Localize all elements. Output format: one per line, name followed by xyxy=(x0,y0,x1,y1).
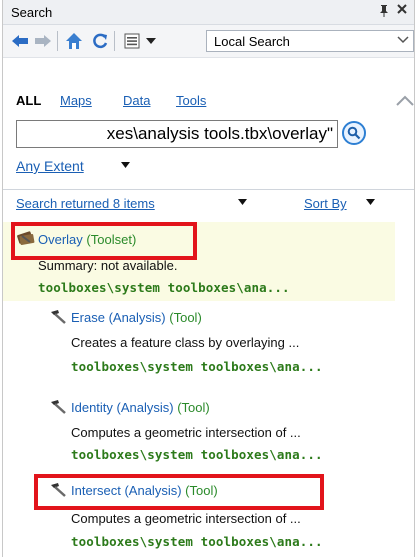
pin-icon[interactable] xyxy=(378,4,390,21)
forward-arrow-icon[interactable] xyxy=(32,30,54,52)
search-query: xes\analysis tools.tbx\overlay" xyxy=(106,124,333,143)
title-bar: Search xyxy=(3,0,414,25)
hammer-icon xyxy=(48,399,68,415)
search-panel: Search Local Search ALL Maps Data Tools … xyxy=(2,0,415,557)
close-icon[interactable] xyxy=(396,2,408,19)
divider xyxy=(3,189,414,190)
sort-dropdown-icon[interactable] xyxy=(366,197,375,208)
result-name[interactable]: Erase (Analysis) (Tool) xyxy=(71,310,202,325)
result-summary: Computes a geometric intersection of ... xyxy=(71,511,301,526)
hammer-icon xyxy=(48,309,68,325)
result-path: toolboxes\system toolboxes\ana... xyxy=(71,359,323,374)
result-summary: Creates a feature class by overlaying ..… xyxy=(71,335,300,350)
extent-dropdown-icon[interactable] xyxy=(121,160,130,171)
result-name[interactable]: Identity (Analysis) (Tool) xyxy=(71,400,210,415)
extent-filter[interactable]: Any Extent xyxy=(16,158,84,174)
filter-maps[interactable]: Maps xyxy=(60,93,92,108)
result-summary: Summary: not available. xyxy=(38,258,178,273)
results-count-dropdown-icon[interactable] xyxy=(238,197,247,208)
filter-all[interactable]: ALL xyxy=(16,93,41,108)
refresh-icon[interactable] xyxy=(89,30,111,52)
sort-by-button[interactable]: Sort By xyxy=(304,196,347,211)
result-summary: Computes a geometric intersection of ... xyxy=(71,425,301,440)
view-dropdown-icon[interactable] xyxy=(143,30,159,52)
results-count[interactable]: Search returned 8 items xyxy=(16,196,155,211)
result-path: toolboxes\system toolboxes\ana... xyxy=(71,534,323,549)
chevron-down-icon xyxy=(397,32,409,48)
result-path: toolboxes\system toolboxes\ana... xyxy=(38,280,290,295)
search-input[interactable]: xes\analysis tools.tbx\overlay" xyxy=(16,120,338,148)
highlight-box-overlay xyxy=(11,222,197,260)
search-scope-dropdown[interactable]: Local Search xyxy=(206,30,414,52)
home-icon[interactable] xyxy=(63,30,85,52)
search-scope-value: Local Search xyxy=(214,34,290,49)
filter-tools[interactable]: Tools xyxy=(176,93,206,108)
window-title: Search xyxy=(11,5,53,20)
search-icon xyxy=(347,126,361,140)
scroll-up-icon[interactable] xyxy=(395,93,414,113)
search-button[interactable] xyxy=(342,121,366,145)
filter-data[interactable]: Data xyxy=(123,93,150,108)
back-arrow-icon[interactable] xyxy=(9,30,31,52)
search-toolbar: Local Search xyxy=(3,25,414,58)
result-item[interactable]: Identity (Analysis) (Tool) Computes a ge… xyxy=(3,383,395,471)
result-item[interactable]: Erase (Analysis) (Tool) Creates a featur… xyxy=(3,301,395,383)
highlight-box-intersect xyxy=(34,474,324,510)
result-path: toolboxes\system toolboxes\ana... xyxy=(71,447,323,462)
list-view-icon[interactable] xyxy=(121,30,143,52)
